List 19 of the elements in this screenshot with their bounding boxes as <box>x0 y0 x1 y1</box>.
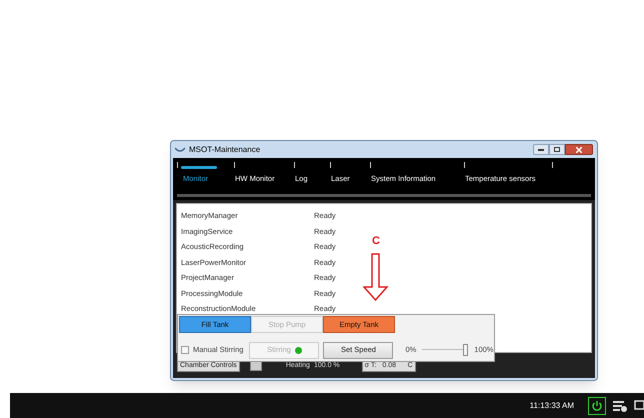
window-title: MSOT-Maintenance <box>189 144 260 156</box>
speed-slider[interactable] <box>422 344 468 356</box>
checkbox[interactable] <box>181 346 189 354</box>
monitor-icon[interactable] <box>634 398 644 412</box>
minimize-button[interactable] <box>533 144 549 155</box>
power-icon <box>591 400 603 412</box>
indicator-swatch <box>250 361 262 371</box>
selected-tab-indicator <box>181 166 217 169</box>
maximize-icon <box>554 147 560 152</box>
close-icon <box>576 146 582 152</box>
annotation-label: C <box>372 236 380 247</box>
minimize-icon <box>538 148 544 150</box>
app-icon <box>175 146 185 152</box>
maximize-button[interactable] <box>549 144 565 155</box>
down-arrow-icon <box>363 253 389 301</box>
close-button[interactable] <box>565 144 593 155</box>
slider-thumb[interactable] <box>462 344 468 356</box>
clock-text: 11:13:33 AM <box>530 400 574 412</box>
power-button[interactable] <box>588 396 606 414</box>
